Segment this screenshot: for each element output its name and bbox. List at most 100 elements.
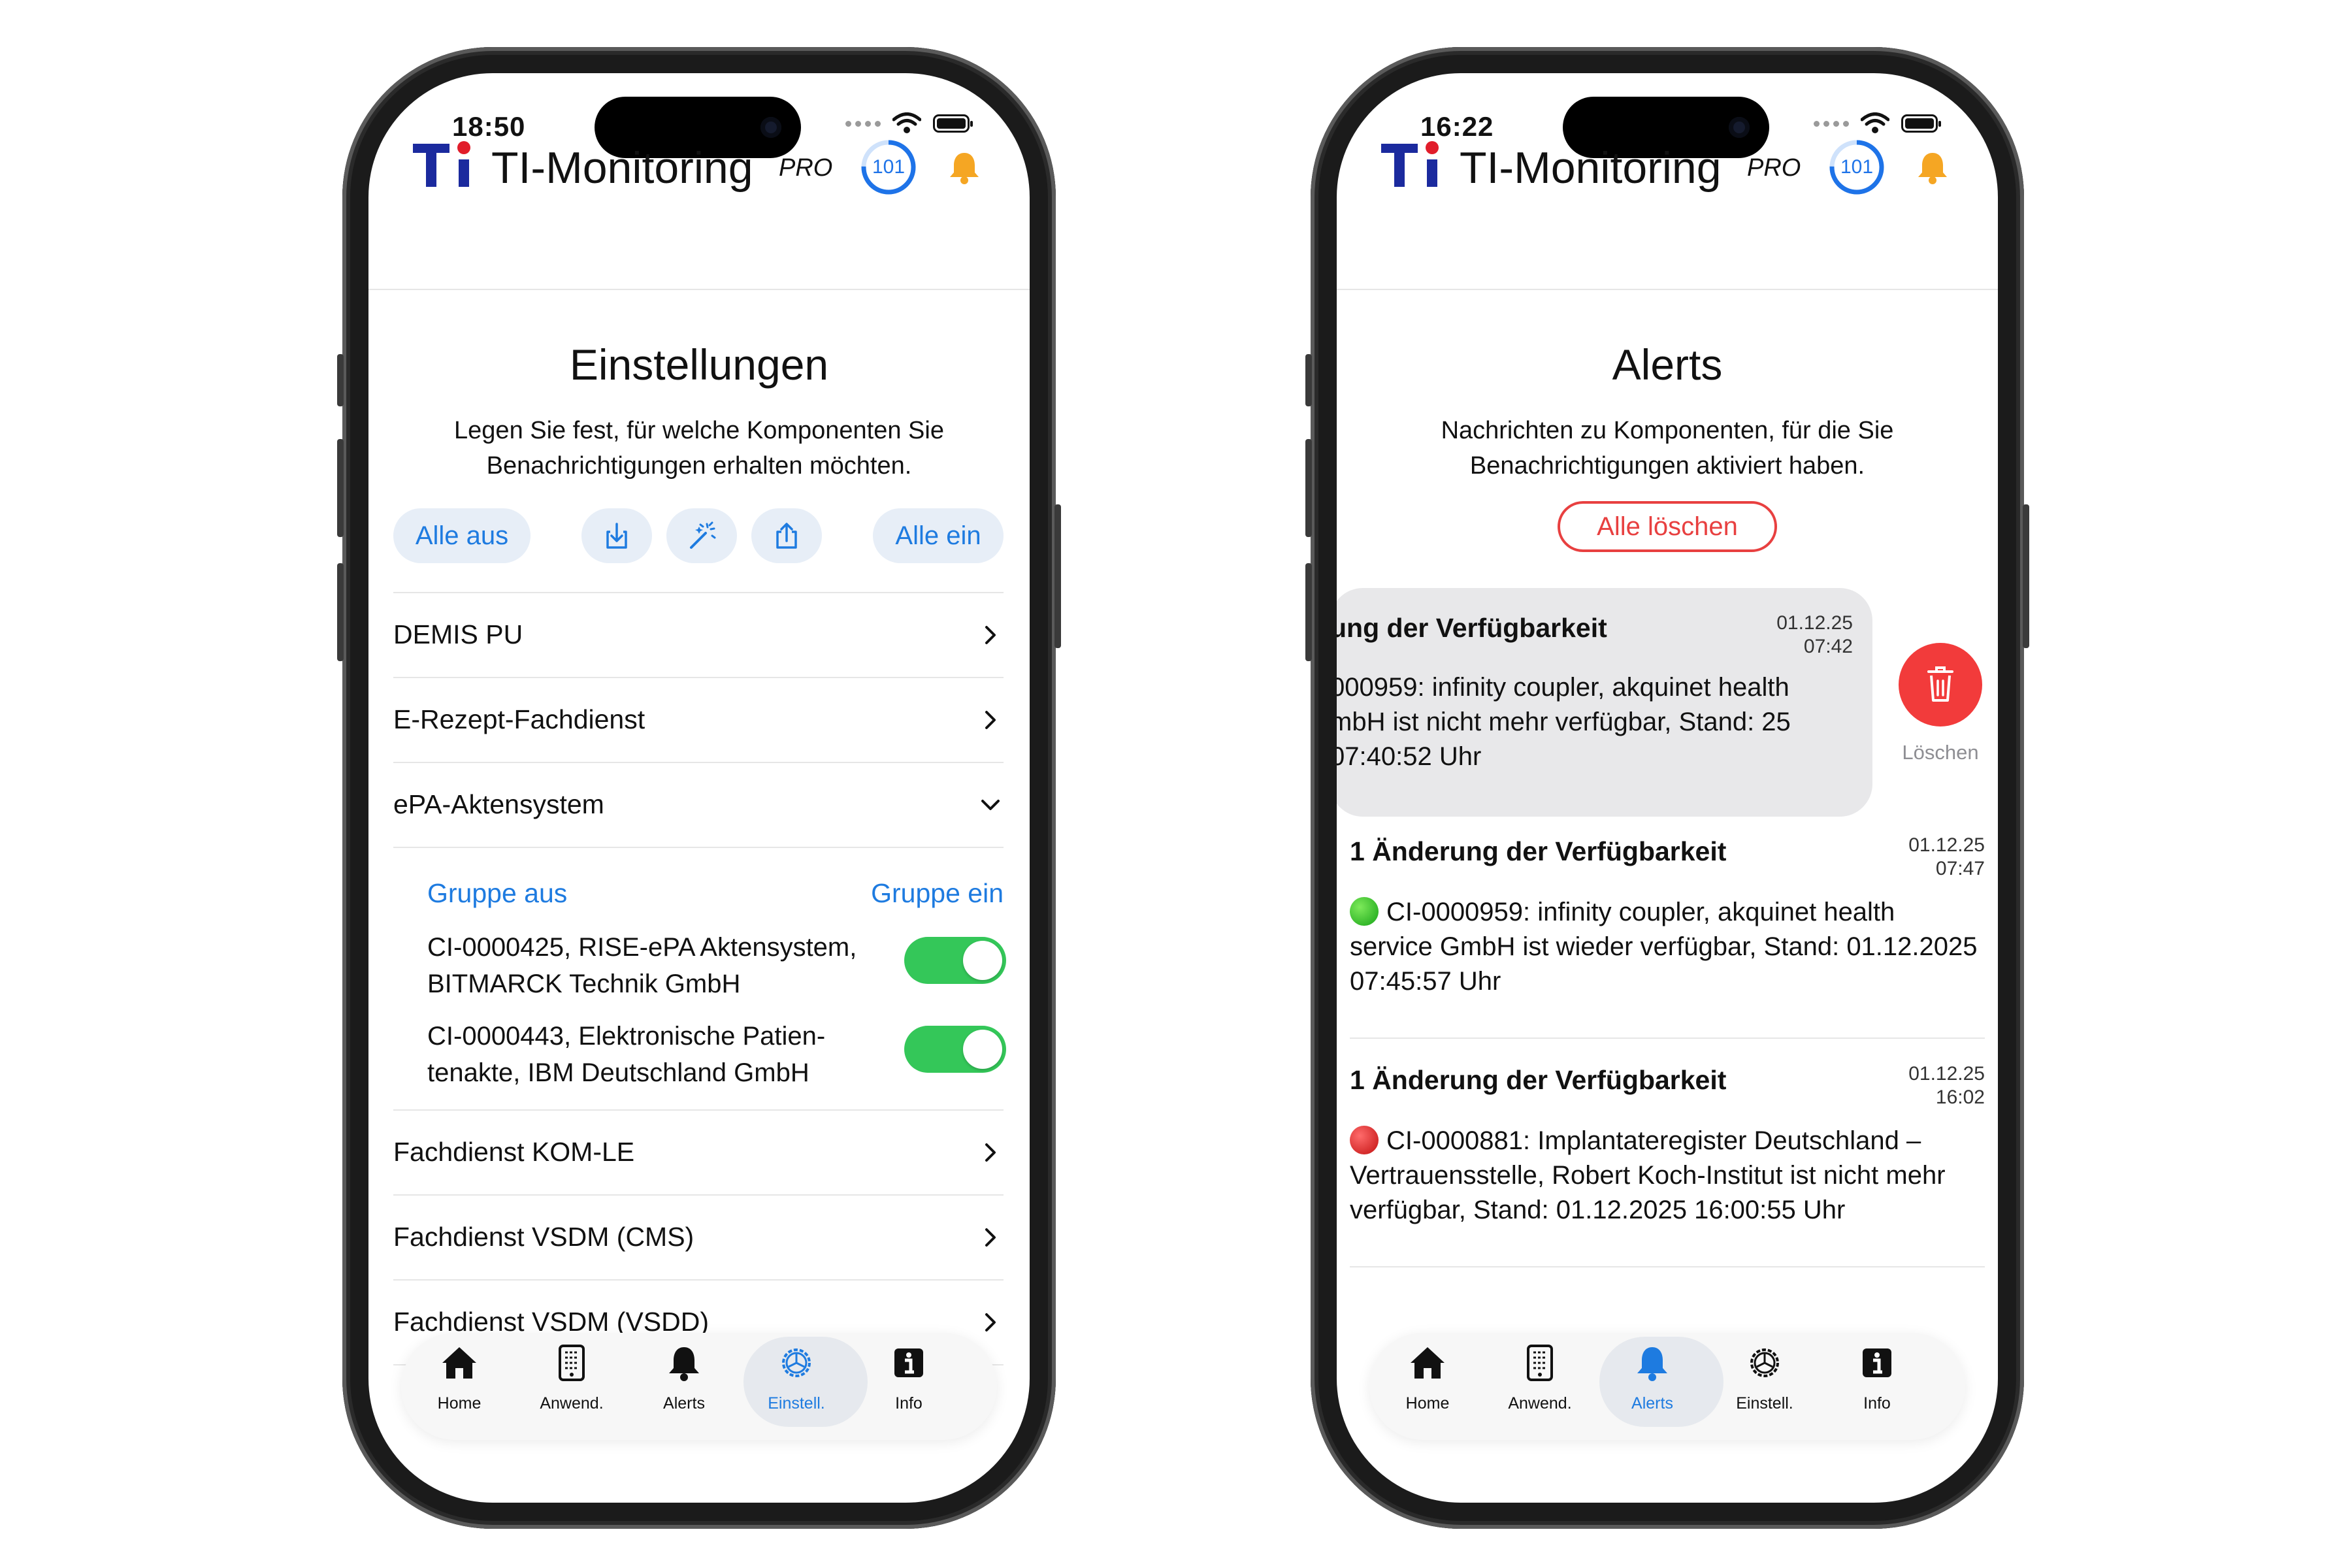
app-title: TI-Monitoring — [491, 143, 753, 193]
alert-timestamp: 01.12.25 07:47 — [1908, 834, 1985, 881]
all-on-button[interactable]: Alle ein — [873, 508, 1004, 563]
trash-icon — [1927, 666, 1953, 702]
row-epa-aktensystem[interactable]: ePA-Aktensystem — [393, 762, 1004, 848]
all-off-button[interactable]: Alle aus — [393, 508, 531, 563]
action-button — [1305, 354, 1312, 406]
row-label: Fachdienst KOM-LE — [393, 1137, 635, 1167]
tab-label: Einstell. — [768, 1394, 825, 1413]
info-icon — [1863, 1348, 1891, 1377]
tab-info[interactable]: Info — [853, 1333, 964, 1440]
device-list-icon — [559, 1345, 585, 1381]
tab-info[interactable]: Info — [1821, 1333, 1933, 1440]
group-on-link[interactable]: Gruppe ein — [871, 878, 1004, 909]
component-toggle[interactable] — [904, 937, 1006, 984]
divider — [393, 847, 1004, 848]
gear-icon — [782, 1348, 811, 1377]
page-description: Nachrichten zu Komponenten, für die Sie … — [1441, 417, 1894, 480]
volume-down-button — [1305, 563, 1312, 661]
alert-date: 01.12.25 — [1776, 612, 1853, 634]
row-label: DEMIS PU — [393, 619, 523, 649]
device-list-icon — [1527, 1345, 1553, 1381]
row-komle[interactable]: Fachdienst KOM-LE — [393, 1109, 1004, 1196]
alerts-screen: 16:22 TI-Monitoring PRO 101 Alerts Nachr… — [1337, 73, 1998, 1503]
info-icon — [894, 1348, 923, 1377]
row-e-rezept[interactable]: E-Rezept-Fachdienst — [393, 677, 1004, 763]
chevron-right-icon — [985, 1143, 996, 1162]
tab-apps[interactable]: Anwend. — [1484, 1333, 1595, 1440]
tab-settings[interactable]: Einstell. — [741, 1333, 868, 1440]
home-icon — [1411, 1347, 1445, 1379]
group-off-link[interactable]: Gruppe aus — [427, 878, 567, 909]
chevron-right-icon — [985, 626, 996, 644]
tab-label: Anwend. — [1508, 1394, 1572, 1413]
chevron-right-icon — [985, 1228, 996, 1247]
ti-logo-icon — [413, 141, 470, 187]
tab-alerts[interactable]: Alerts — [1597, 1333, 1723, 1440]
pro-badge: PRO — [779, 154, 833, 182]
bell-icon[interactable] — [1914, 149, 1951, 186]
counter-value: 101 — [1840, 156, 1874, 178]
component-label: CI-0000443, Elektronische Patien-tenakte… — [427, 1022, 826, 1087]
tab-label: Home — [437, 1394, 482, 1413]
row-vsdm-cms[interactable]: Fachdienst VSDM (CMS) — [393, 1194, 1004, 1281]
status-green-icon — [1350, 897, 1379, 926]
row-demis-pu[interactable]: DEMIS PU — [393, 592, 1004, 678]
import-icon — [606, 523, 627, 549]
volume-up-button — [1305, 439, 1312, 537]
page-title: Einstellungen — [569, 340, 829, 389]
alert-date: 01.12.25 — [1908, 834, 1985, 856]
divider — [1350, 1037, 1985, 1039]
clear-all-button[interactable]: Alle löschen — [1558, 501, 1777, 552]
share-icon — [776, 523, 797, 549]
app-header: TI-Monitoring PRO 101 — [368, 73, 1030, 290]
pro-badge: PRO — [1747, 154, 1801, 182]
app-header: TI-Monitoring PRO 101 — [1337, 73, 1998, 290]
tab-settings[interactable]: Einstell. — [1709, 1333, 1820, 1440]
tab-label: Anwend. — [540, 1394, 604, 1413]
page-title: Alerts — [1612, 340, 1723, 389]
alert-timestamp: 01.12.25 16:02 — [1908, 1062, 1985, 1109]
delete-label: Löschen — [1902, 741, 1979, 764]
tab-label: Home — [1405, 1394, 1450, 1413]
alert-timestamp: 01.12.25 07:42 — [1776, 612, 1853, 659]
tab-alerts[interactable]: Alerts — [629, 1333, 740, 1440]
bell-icon — [669, 1347, 699, 1381]
tab-apps[interactable]: Anwend. — [516, 1333, 627, 1440]
import-button[interactable] — [581, 508, 652, 563]
divider — [1350, 1266, 1985, 1267]
alert-body: CI-0000881: Implantateregister Deutschla… — [1350, 1126, 1946, 1224]
alert-time: 16:02 — [1935, 1086, 1985, 1108]
tab-label: Einstell. — [1736, 1394, 1793, 1413]
share-button[interactable] — [751, 508, 822, 563]
alert-date: 01.12.25 — [1908, 1063, 1985, 1085]
settings-screen: 18:50 TI-Monitoring PRO 101 Einstellunge… — [368, 73, 1030, 1503]
tab-home[interactable]: Home — [404, 1333, 515, 1440]
alert-body-wrap: CI-0000959: infinity coupler, akquinet h… — [1350, 895, 1985, 999]
tab-label: Info — [895, 1394, 923, 1413]
chevron-down-icon — [981, 800, 1000, 810]
status-red-icon — [1350, 1126, 1379, 1154]
magic-wand-icon — [690, 521, 716, 549]
power-button — [2023, 504, 2029, 648]
row-label: ePA-Aktensystem — [393, 789, 604, 819]
page-description: Legen Sie fest, für welche Komponenten S… — [454, 417, 944, 480]
alert-body: CI-0000959: infinity coupler, akquinet h… — [1350, 898, 1978, 996]
tab-home[interactable]: Home — [1372, 1333, 1483, 1440]
alert-card-swiped[interactable]: ung der Verfügbarkeit 01.12.25 07:42 000… — [1337, 588, 1872, 817]
power-button — [1054, 504, 1061, 648]
phone-frame-alerts: 16:22 TI-Monitoring PRO 101 Alerts Nachr… — [1305, 47, 2029, 1529]
delete-button[interactable] — [1899, 643, 1982, 727]
volume-down-button — [337, 563, 344, 661]
gear-icon — [1750, 1348, 1779, 1377]
bell-icon[interactable] — [946, 149, 983, 186]
chevron-right-icon — [985, 1313, 996, 1331]
magic-wand-button[interactable] — [666, 508, 737, 563]
alert-title: ung der Verfügbarkeit — [1337, 613, 1607, 643]
alert-body: 000959: infinity coupler, akquinet healt… — [1337, 673, 1791, 771]
counter-value: 101 — [872, 156, 906, 178]
alert-title: 1 Änderung der Verfügbarkeit — [1350, 1065, 1727, 1095]
tab-label: Info — [1863, 1394, 1891, 1413]
tab-bar: Home Anwend. Alerts Einstell. Info — [1369, 1333, 1965, 1440]
ti-logo-icon — [1381, 141, 1439, 187]
component-toggle[interactable] — [904, 1026, 1006, 1073]
